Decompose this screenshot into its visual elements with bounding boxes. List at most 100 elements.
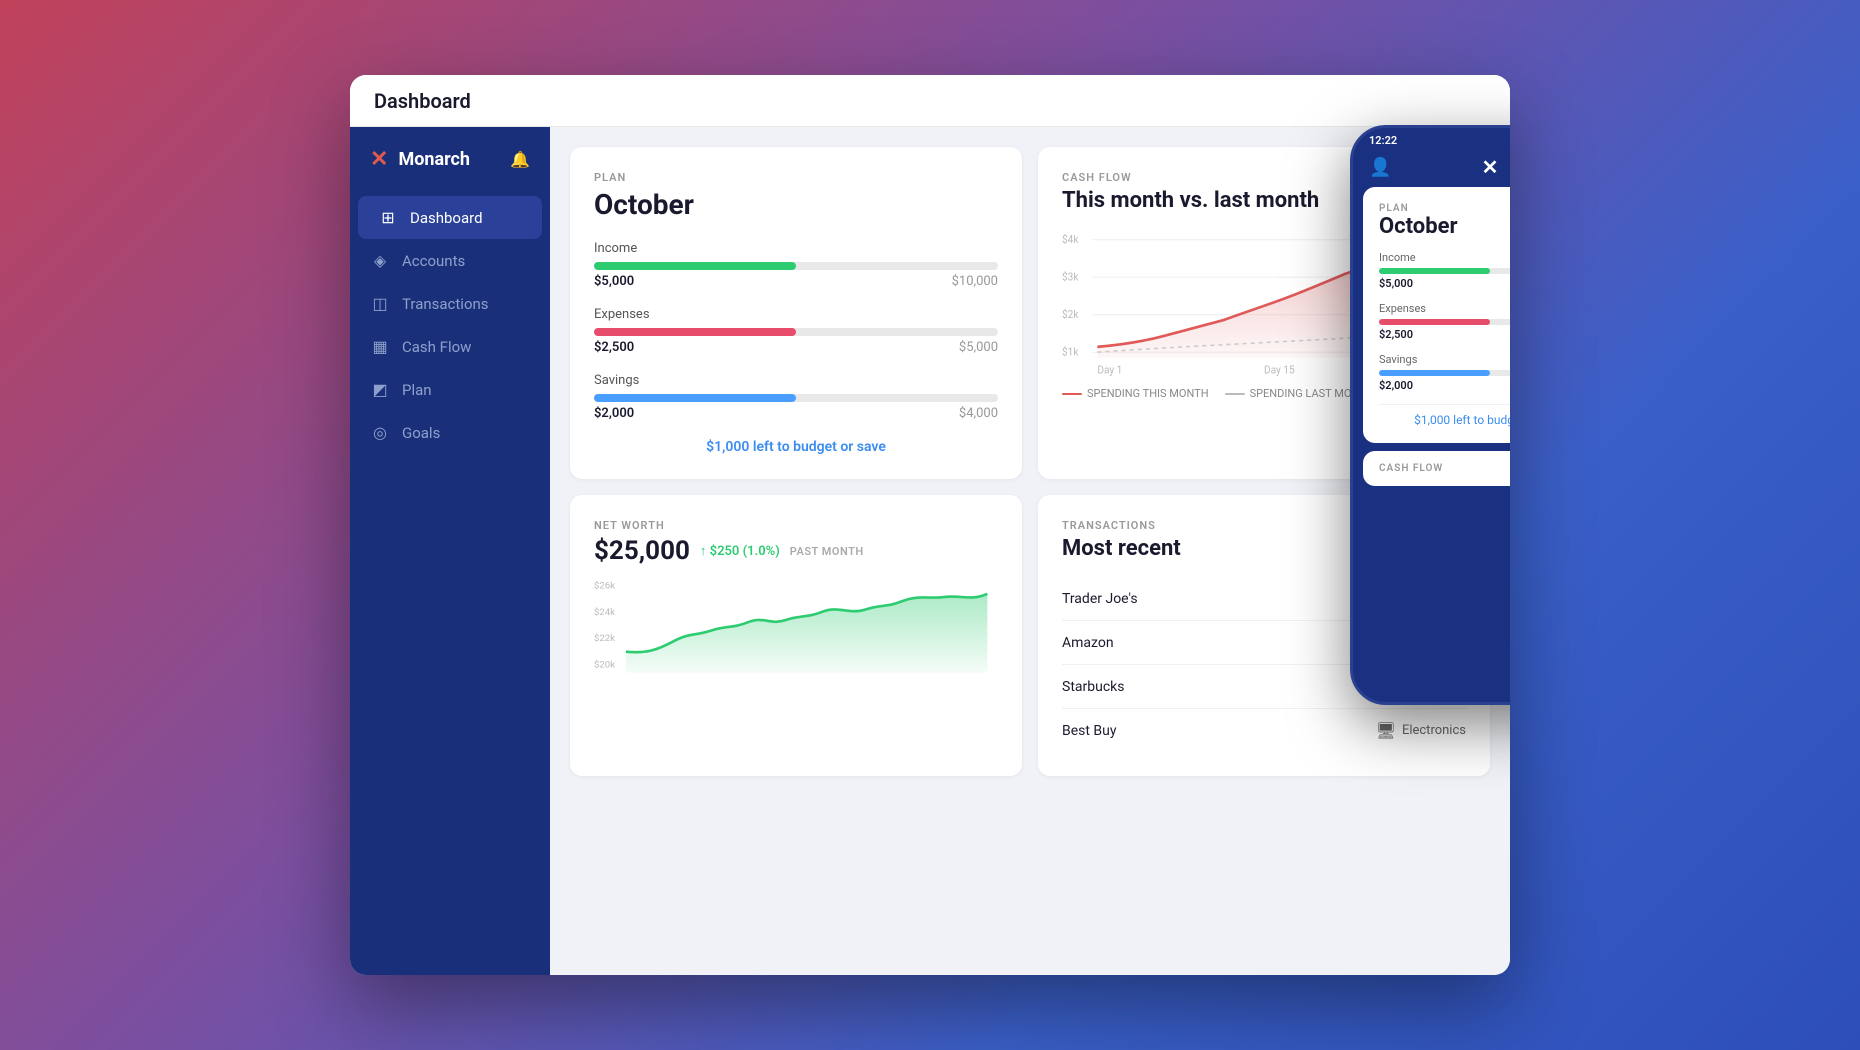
savings-current: $2,000 <box>594 406 634 421</box>
svg-text:Day 1: Day 1 <box>1097 363 1122 376</box>
sidebar-item-accounts[interactable]: ◈ Accounts <box>350 239 550 282</box>
transaction-category-3: Electronics <box>1402 723 1466 738</box>
legend-this-month: SPENDING THIS MONTH <box>1062 387 1209 400</box>
phone-overlay: 12:22 ▐▐▐ WiFi 🔋 👤 ✕ 🔔 PLAN October Inco… <box>1350 125 1510 705</box>
sidebar-item-cashflow-label: Cash Flow <box>402 338 471 356</box>
networth-period: PAST MONTH <box>790 545 864 558</box>
income-amounts: $5,000 $10,000 <box>594 274 998 289</box>
phone-savings-current: $2,000 <box>1379 379 1413 392</box>
income-bar-container <box>594 262 998 270</box>
phone-savings-label: Savings <box>1379 353 1510 366</box>
main-layout: ✕ Monarch 🔔 ⊞ Dashboard ◈ Accounts ◫ Tra… <box>350 127 1510 975</box>
phone-cashflow-label: CASH FLOW <box>1379 463 1510 474</box>
phone-plan-label: PLAN <box>1379 203 1510 214</box>
svg-text:$22k: $22k <box>594 633 615 644</box>
dashboard-icon: ⊞ <box>378 208 398 227</box>
income-budget-row: Income $5,000 $10,000 <box>594 241 998 289</box>
sidebar-item-dashboard-label: Dashboard <box>410 209 483 227</box>
svg-text:$26k: $26k <box>594 581 615 592</box>
sidebar-item-plan-label: Plan <box>402 381 432 399</box>
phone-income-amounts: $5,000 $10,000 <box>1379 277 1510 290</box>
sidebar-logo: ✕ Monarch 🔔 <box>350 127 550 196</box>
networth-svg: $26k $24k $22k $20k <box>594 578 998 678</box>
app-name: Monarch <box>398 149 470 170</box>
bell-icon[interactable]: 🔔 <box>510 150 530 169</box>
savings-amounts: $2,000 $4,000 <box>594 406 998 421</box>
transaction-cat-3: 🖥 Electronics <box>1376 721 1466 740</box>
savings-bar-container <box>594 394 998 402</box>
expenses-max: $5,000 <box>959 340 998 355</box>
svg-text:$4k: $4k <box>1062 233 1079 246</box>
networth-label: NET WORTH <box>594 519 998 532</box>
phone-savings-fill <box>1379 370 1490 376</box>
networth-amount-row: $25,000 ↑ $250 (1.0%) PAST MONTH <box>594 536 998 566</box>
income-max: $10,000 <box>952 274 998 289</box>
networth-chart: $26k $24k $22k $20k <box>594 578 998 678</box>
phone-income-fill <box>1379 268 1490 274</box>
expenses-current: $2,500 <box>594 340 634 355</box>
sidebar-item-goals-label: Goals <box>402 424 440 442</box>
phone-savings-amounts: $2,000 $4,000 <box>1379 379 1510 392</box>
phone-expenses-fill <box>1379 319 1490 325</box>
phone-savings-bar <box>1379 370 1510 376</box>
sidebar: ✕ Monarch 🔔 ⊞ Dashboard ◈ Accounts ◫ Tra… <box>350 127 550 975</box>
legend-dot-this-month <box>1062 393 1082 395</box>
phone-plan-title: October <box>1379 214 1510 239</box>
phone-income-bar <box>1379 268 1510 274</box>
sidebar-item-goals[interactable]: ◎ Goals <box>350 411 550 454</box>
phone-budget-note: $1,000 left to budget or save <box>1379 404 1510 427</box>
expenses-bar-fill <box>594 328 796 336</box>
phone-expenses-label: Expenses <box>1379 302 1510 315</box>
phone-income-label: Income <box>1379 251 1510 264</box>
svg-text:$24k: $24k <box>594 607 615 618</box>
expenses-label: Expenses <box>594 307 998 322</box>
table-row[interactable]: Best Buy 🖥 Electronics <box>1062 709 1466 752</box>
phone-user-icon[interactable]: 👤 <box>1369 157 1391 178</box>
networth-card: NET WORTH $25,000 ↑ $250 (1.0%) PAST MON… <box>570 495 1022 776</box>
income-current: $5,000 <box>594 274 634 289</box>
budget-note: $1,000 left to budget or save <box>594 439 998 455</box>
svg-text:$1k: $1k <box>1062 345 1079 358</box>
sidebar-item-transactions[interactable]: ◫ Transactions <box>350 282 550 325</box>
sidebar-item-plan[interactable]: ◩ Plan <box>350 368 550 411</box>
plan-icon: ◩ <box>370 380 390 399</box>
savings-max: $4,000 <box>959 406 998 421</box>
phone-expenses-amounts: $2,500 $5,000 <box>1379 328 1510 341</box>
phone-logo-icon: ✕ <box>1482 155 1499 179</box>
legend-dot-last-month <box>1225 393 1245 395</box>
plan-card: PLAN October Income $5,000 $10,000 Expen… <box>570 147 1022 479</box>
expenses-bar-container <box>594 328 998 336</box>
phone-expenses-current: $2,500 <box>1379 328 1413 341</box>
savings-bar-fill <box>594 394 796 402</box>
phone-income-row: Income $5,000 $10,000 <box>1379 251 1510 290</box>
networth-change: ↑ $250 (1.0%) <box>700 543 780 559</box>
expenses-amounts: $2,500 $5,000 <box>594 340 998 355</box>
phone-savings-row: Savings $2,000 $4,000 <box>1379 353 1510 392</box>
page-title: Dashboard <box>374 89 471 113</box>
expenses-budget-row: Expenses $2,500 $5,000 <box>594 307 998 355</box>
transactions-icon: ◫ <box>370 294 390 313</box>
transaction-name-3: Best Buy <box>1062 723 1117 739</box>
transaction-name-1: Amazon <box>1062 635 1114 651</box>
phone-status-bar: 12:22 ▐▐▐ WiFi 🔋 <box>1353 128 1510 147</box>
phone-expenses-bar <box>1379 319 1510 325</box>
sidebar-item-dashboard[interactable]: ⊞ Dashboard <box>358 196 542 239</box>
phone-nav-bar: 👤 ✕ 🔔 <box>1353 147 1510 187</box>
svg-text:Day 15: Day 15 <box>1264 363 1295 376</box>
accounts-icon: ◈ <box>370 251 390 270</box>
savings-budget-row: Savings $2,000 $4,000 <box>594 373 998 421</box>
sidebar-item-cashflow[interactable]: ▦ Cash Flow <box>350 325 550 368</box>
phone-plan-card: PLAN October Income $5,000 $10,000 Expen… <box>1363 187 1510 443</box>
phone-time: 12:22 <box>1369 134 1397 147</box>
plan-card-title: October <box>594 188 998 221</box>
transaction-name-2: Starbucks <box>1062 679 1124 695</box>
cashflow-icon: ▦ <box>370 337 390 356</box>
phone-cashflow-section: CASH FLOW <box>1363 451 1510 486</box>
income-bar-fill <box>594 262 796 270</box>
goals-icon: ◎ <box>370 423 390 442</box>
plan-card-label: PLAN <box>594 171 998 184</box>
income-label: Income <box>594 241 998 256</box>
transaction-name-0: Trader Joe's <box>1062 591 1138 607</box>
legend-label-this-month: SPENDING THIS MONTH <box>1087 387 1209 400</box>
savings-label: Savings <box>594 373 998 388</box>
